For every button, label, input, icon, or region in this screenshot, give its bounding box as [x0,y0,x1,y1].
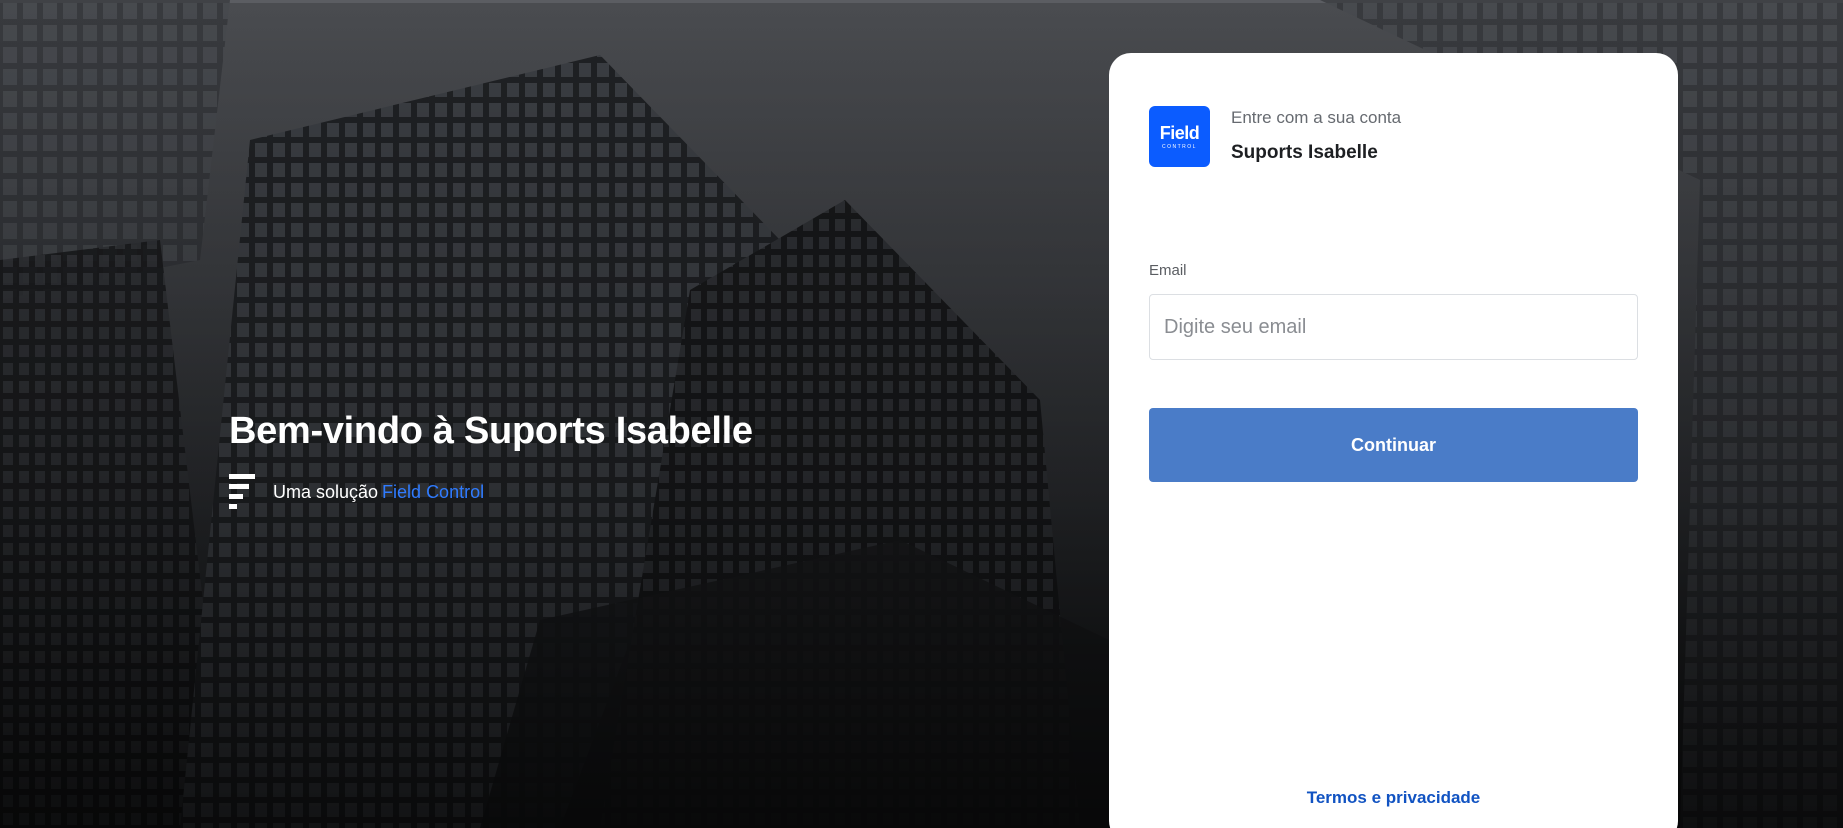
account-name: Suports Isabelle [1231,142,1378,163]
brand-logo-text: Field [1159,122,1200,143]
login-card: Field CONTROL Entre com a sua conta Supo… [1109,53,1678,828]
solution-prefix: Uma solução [273,481,379,502]
brand-header: Field CONTROL Entre com a sua conta Supo… [1149,106,1401,167]
continue-button[interactable]: Continuar [1149,408,1638,482]
brand-logo-subtext: CONTROL [1162,143,1197,150]
email-label: Email [1149,262,1187,279]
login-page: Bem-vindo à Suports Isabelle Uma solução… [0,0,1843,828]
field-control-logo-icon [229,474,255,509]
email-input[interactable] [1149,294,1638,360]
terms-privacy-link[interactable]: Termos e privacidade [1109,788,1678,808]
field-control-brand-logo: Field CONTROL [1149,106,1210,167]
welcome-section: Bem-vindo à Suports Isabelle Uma solução… [229,408,753,510]
welcome-title: Bem-vindo à Suports Isabelle [229,410,753,452]
field-control-link[interactable]: Field Control [382,482,484,503]
login-subtitle: Entre com a sua conta [1231,108,1402,127]
brand-text: Entre com a sua conta Suports Isabelle [1231,106,1401,164]
solution-line: Uma solução Field Control [229,474,753,510]
